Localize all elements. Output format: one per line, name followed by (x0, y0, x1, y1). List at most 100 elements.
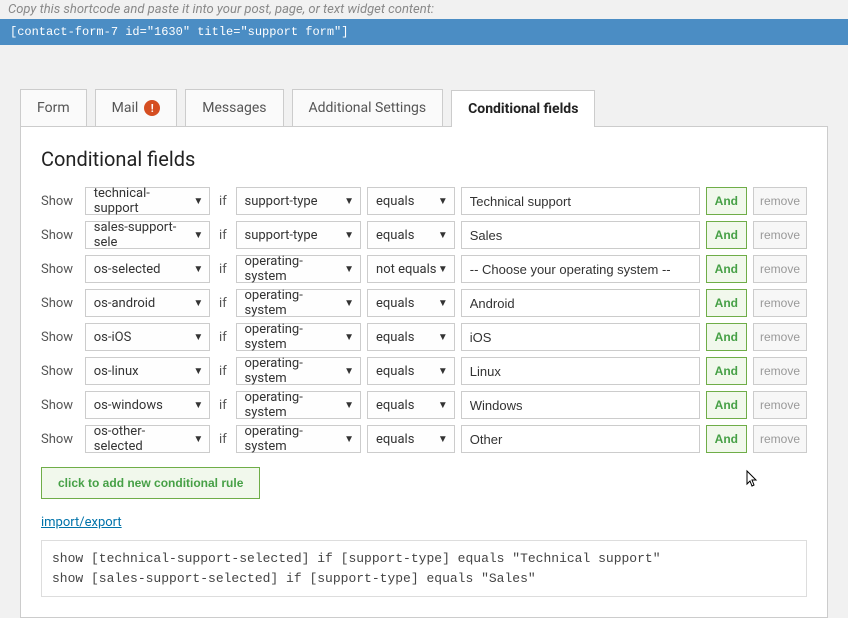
chevron-down-icon: ▼ (344, 264, 354, 275)
tab-mail-label: Mail (112, 100, 139, 116)
remove-button[interactable]: remove (753, 255, 807, 283)
and-button[interactable]: And (706, 289, 747, 317)
value-input[interactable] (461, 323, 700, 351)
tab-conditional-fields[interactable]: Conditional fields (451, 90, 595, 127)
field-select[interactable]: operating-system▼ (236, 425, 362, 453)
if-label: if (216, 398, 229, 413)
operator-select[interactable]: equals ▼ (367, 357, 455, 385)
chevron-down-icon: ▼ (438, 264, 448, 275)
and-button[interactable]: And (706, 255, 747, 283)
field-value: support-type (245, 194, 318, 209)
tab-messages[interactable]: Messages (185, 89, 283, 126)
rule-row: Showsales-support-sele▼ifsupport-type▼eq… (41, 221, 807, 249)
group-select[interactable]: os-selected▼ (85, 255, 211, 283)
remove-button[interactable]: remove (753, 391, 807, 419)
remove-button[interactable]: remove (753, 289, 807, 317)
value-input[interactable] (461, 357, 700, 385)
chevron-down-icon: ▼ (438, 400, 448, 411)
field-select[interactable]: support-type▼ (236, 221, 362, 249)
value-input[interactable] (461, 289, 700, 317)
chevron-down-icon: ▼ (344, 230, 354, 241)
group-select[interactable]: os-linux▼ (85, 357, 211, 385)
rule-row: Showos-windows▼ifoperating-system▼equals… (41, 391, 807, 419)
if-label: if (216, 296, 229, 311)
chevron-down-icon: ▼ (438, 230, 448, 241)
field-select[interactable]: operating-system▼ (236, 289, 362, 317)
and-button[interactable]: And (706, 391, 747, 419)
field-select[interactable]: operating-system▼ (236, 357, 362, 385)
chevron-down-icon: ▼ (193, 400, 203, 411)
import-export-link[interactable]: import/export (41, 515, 122, 530)
show-label: Show (41, 364, 79, 379)
group-select[interactable]: os-windows ▼ (85, 391, 211, 419)
operator-select[interactable]: not equals▼ (367, 255, 455, 283)
operator-select[interactable]: equals▼ (367, 289, 455, 317)
shortcode-hint: Copy this shortcode and paste it into yo… (0, 0, 848, 19)
remove-button[interactable]: remove (753, 221, 807, 249)
field-value: operating-system (245, 322, 345, 352)
and-button[interactable]: And (706, 425, 747, 453)
operator-value: equals (376, 330, 414, 345)
tab-additional-settings[interactable]: Additional Settings (292, 89, 444, 126)
operator-select[interactable]: equals▼ (367, 187, 455, 215)
operator-select[interactable]: equals▼ (367, 221, 455, 249)
chevron-down-icon: ▼ (344, 366, 354, 377)
chevron-down-icon: ▼ (344, 298, 354, 309)
field-select[interactable]: support-type▼ (236, 187, 362, 215)
chevron-down-icon: ▼ (193, 196, 203, 207)
and-button[interactable]: And (706, 357, 747, 385)
value-input[interactable] (461, 187, 700, 215)
show-label: Show (41, 432, 79, 447)
group-value: technical-support (94, 186, 194, 216)
chevron-down-icon: ▼ (438, 332, 448, 343)
rule-row: Show os-other-selected▼ if operating-system… (41, 425, 807, 453)
show-label: Show (41, 296, 79, 311)
shortcode-bar[interactable]: [contact-form-7 id="1630" title="support… (0, 19, 848, 45)
group-select[interactable]: os-android▼ (85, 289, 211, 317)
add-rule-button[interactable]: click to add new conditional rule (41, 467, 260, 499)
operator-value: equals (376, 364, 414, 379)
panel-title: Conditional fields (41, 147, 807, 171)
operator-select[interactable]: equals▼ (367, 425, 455, 453)
rules-code-box[interactable]: show [technical-support-selected] if [su… (41, 540, 807, 597)
value-input[interactable] (461, 425, 700, 453)
group-select[interactable]: sales-support-sele▼ (85, 221, 211, 249)
tab-form[interactable]: Form (20, 89, 87, 126)
remove-button[interactable]: remove (753, 425, 807, 453)
operator-value: equals (376, 432, 414, 447)
group-select[interactable]: technical-support▼ (85, 187, 211, 215)
remove-button[interactable]: remove (753, 323, 807, 351)
tab-mail[interactable]: Mail ! (95, 89, 178, 126)
chevron-down-icon: ▼ (438, 366, 448, 377)
operator-value: not equals (376, 262, 436, 277)
show-label: Show (41, 330, 79, 345)
and-button[interactable]: And (706, 187, 747, 215)
remove-button[interactable]: remove (753, 187, 807, 215)
field-value: operating-system (245, 424, 345, 454)
operator-select[interactable]: equals▼ (367, 391, 455, 419)
field-select[interactable]: operating-system▼ (236, 391, 362, 419)
value-input[interactable] (461, 255, 700, 283)
if-label: if (216, 364, 229, 379)
if-label: if (216, 228, 229, 243)
operator-value: equals (376, 194, 414, 209)
remove-button[interactable]: remove (753, 357, 807, 385)
value-input[interactable] (461, 221, 700, 249)
chevron-down-icon: ▼ (344, 332, 354, 343)
group-select[interactable]: os-other-selected▼ (85, 425, 211, 453)
rule-row: Showos-selected▼ifoperating-system▼not e… (41, 255, 807, 283)
chevron-down-icon: ▼ (438, 298, 448, 309)
field-select[interactable]: operating-system▼ (236, 323, 362, 351)
and-button[interactable]: And (706, 323, 747, 351)
and-button[interactable]: And (706, 221, 747, 249)
group-value: os-windows (94, 398, 163, 413)
rule-row: Show os-linux▼ if operating-system▼ equals ▼ A… (41, 357, 807, 385)
value-input[interactable] (461, 391, 700, 419)
field-select[interactable]: operating-system▼ (236, 255, 362, 283)
operator-select[interactable]: equals ▼ (367, 323, 455, 351)
alert-icon: ! (144, 100, 160, 116)
rule-row: Showtechnical-support▼ifsupport-type▼equ… (41, 187, 807, 215)
group-select[interactable]: os-iOS▼ (85, 323, 211, 351)
if-label: if (216, 432, 229, 447)
if-label: if (216, 330, 229, 345)
